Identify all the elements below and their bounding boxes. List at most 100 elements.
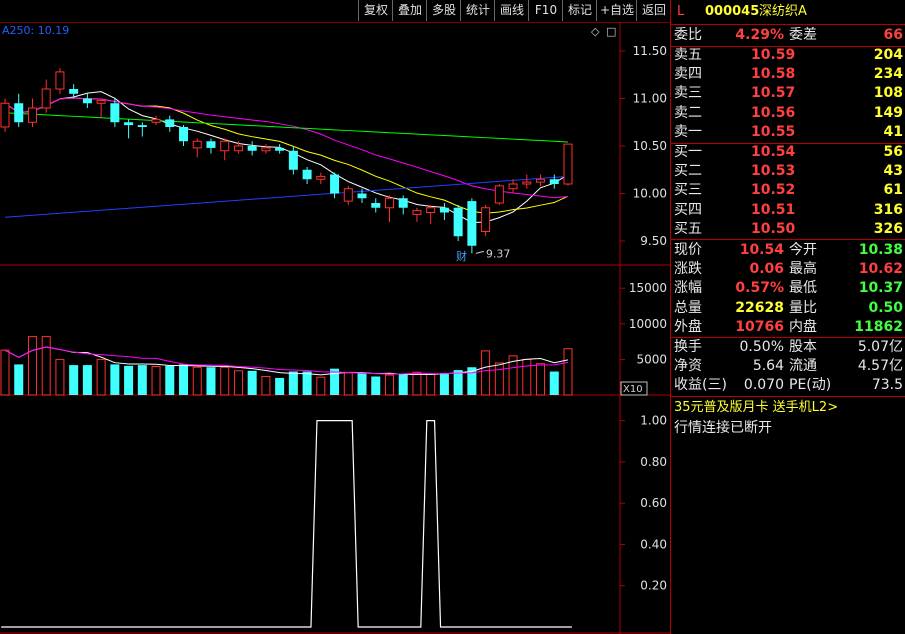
toolbar-button-3[interactable]: 统计 — [460, 0, 495, 21]
stat-label: 总量 — [674, 299, 702, 316]
candle-body — [426, 207, 436, 213]
indicator-tick-label: 1.00 — [640, 414, 667, 428]
volume-bar — [522, 358, 532, 396]
ask-price: 10.56 — [751, 104, 796, 121]
kline-chart[interactable]: 11.50 11.00 10.50 10.00 9.50 A250: 10.19 ◇ □ 9.3… — [0, 22, 670, 634]
volume-bar — [384, 374, 394, 396]
bid-label: 买三 — [674, 182, 702, 199]
stat-label: 净资 — [674, 358, 702, 375]
price-tick-label: 10.50 — [633, 139, 667, 153]
low-price-label: 9.37 — [486, 247, 511, 260]
stock-header: L 000045 深纺织A — [671, 0, 905, 25]
stat-value: 0.06 — [749, 261, 784, 278]
candle-body — [82, 98, 92, 104]
stat-value: 11862 — [854, 318, 903, 335]
stat-label: 量比 — [789, 299, 817, 316]
toolbar-button-8[interactable]: 返回 — [636, 0, 671, 21]
candle-body — [220, 140, 230, 152]
bid-label: 买五 — [674, 220, 702, 237]
toolbar-button-1[interactable]: 叠加 — [392, 0, 427, 21]
candle-body — [206, 141, 216, 148]
toolbar-button-0[interactable]: 复权 — [358, 0, 393, 21]
toolbar: 复权 叠加 多股 统计 画线 F10 标记 +自选 返回 — [0, 0, 670, 23]
price-tick-label: 10.00 — [633, 187, 667, 201]
candle-body — [137, 125, 147, 127]
toolbar-button-6[interactable]: 标记 — [562, 0, 597, 21]
quote-row: 收益(三) 0.070 PE(动) 73.5 — [671, 376, 905, 395]
volume-bar — [330, 368, 340, 395]
price-tick-label: 11.00 — [633, 92, 667, 106]
low-pointer — [475, 250, 484, 254]
candle-body — [494, 185, 504, 204]
ask-label: 卖一 — [674, 123, 702, 140]
volume-bar — [69, 365, 79, 395]
quote-row: 外盘 10766 内盘 11862 — [671, 318, 905, 337]
bid-price: 10.54 — [751, 144, 796, 160]
diamond-icon[interactable]: ◇ — [591, 25, 600, 38]
volume-bar — [41, 336, 51, 396]
ask-volume: 234 — [873, 66, 903, 83]
quote-row: 买三 10.52 61 — [671, 181, 905, 200]
candle-body — [563, 143, 573, 185]
candle-body — [467, 201, 477, 246]
quote-row: 卖五 10.59 204 — [671, 46, 905, 65]
candle-body — [96, 99, 106, 104]
volume-bar — [316, 376, 326, 396]
candle-body — [343, 188, 353, 202]
quote-row: 涨幅 0.57% 最低 10.37 — [671, 279, 905, 298]
candle-body — [179, 127, 189, 142]
volume-bar — [261, 375, 271, 396]
toolbar-button-4[interactable]: 画线 — [494, 0, 529, 21]
ma10-line — [4, 97, 569, 214]
stat-value: 10.38 — [858, 242, 903, 258]
volume-bar — [536, 363, 546, 396]
finance-badge[interactable]: 财 — [456, 249, 467, 263]
candle-body — [522, 181, 532, 185]
connection-status: 行情连接已断开 — [674, 420, 772, 436]
stat-value: 5.64 — [752, 358, 784, 375]
volume-bar — [247, 370, 257, 395]
volume-bar — [192, 366, 202, 396]
stat-label: 最低 — [789, 280, 817, 297]
stat-label: PE(动) — [789, 377, 832, 394]
stat-label: 涨幅 — [674, 280, 702, 297]
volume-bar — [494, 362, 504, 396]
ask-volume: 149 — [873, 104, 903, 121]
ma250-label: A250: 10.19 — [2, 24, 69, 37]
bid-price: 10.52 — [751, 182, 796, 199]
volume-bar — [55, 358, 65, 396]
ask-price: 10.55 — [751, 123, 796, 140]
toolbar-button-5[interactable]: F10 — [528, 0, 563, 21]
volume-bar — [27, 336, 37, 396]
stat-value: 0.57% — [735, 280, 784, 297]
volume-bar — [220, 366, 230, 396]
ask-volume: 108 — [873, 85, 903, 102]
candle-body — [302, 169, 312, 180]
candle-body — [110, 103, 120, 123]
volume-bar — [233, 370, 243, 396]
price-tick-label: 11.50 — [633, 44, 667, 58]
candle-body — [384, 197, 394, 209]
bid-volume: 56 — [883, 144, 903, 160]
square-icon[interactable]: □ — [606, 25, 616, 38]
volume-bar — [179, 364, 189, 395]
ask-price: 10.58 — [751, 66, 796, 83]
toolbar-button-2[interactable]: 多股 — [426, 0, 461, 21]
stat-label: 现价 — [674, 242, 702, 258]
quote-row: 涨跌 0.06 最高 10.62 — [671, 260, 905, 279]
volume-bar — [14, 364, 24, 395]
stat-value: 22628 — [735, 299, 784, 316]
bid-volume: 43 — [883, 163, 903, 180]
volume-bar — [0, 349, 10, 396]
toolbar-button-7[interactable]: +自选 — [596, 0, 637, 21]
candle-body — [357, 193, 367, 199]
promo-link[interactable]: 35元普及版月卡 送手机L2> — [671, 398, 905, 417]
quote-panel: L 000045 深纺织A 委比 4.29% 委差 66 卖五 10.59 204 卖… — [670, 0, 905, 634]
volume-bar — [82, 365, 92, 395]
candle-body — [549, 179, 559, 184]
candle-body — [508, 183, 518, 190]
indicator-tick-label: 0.80 — [640, 455, 667, 469]
candle-body — [536, 178, 546, 183]
candle-body — [124, 122, 134, 126]
stat-value: 10.37 — [858, 280, 903, 297]
